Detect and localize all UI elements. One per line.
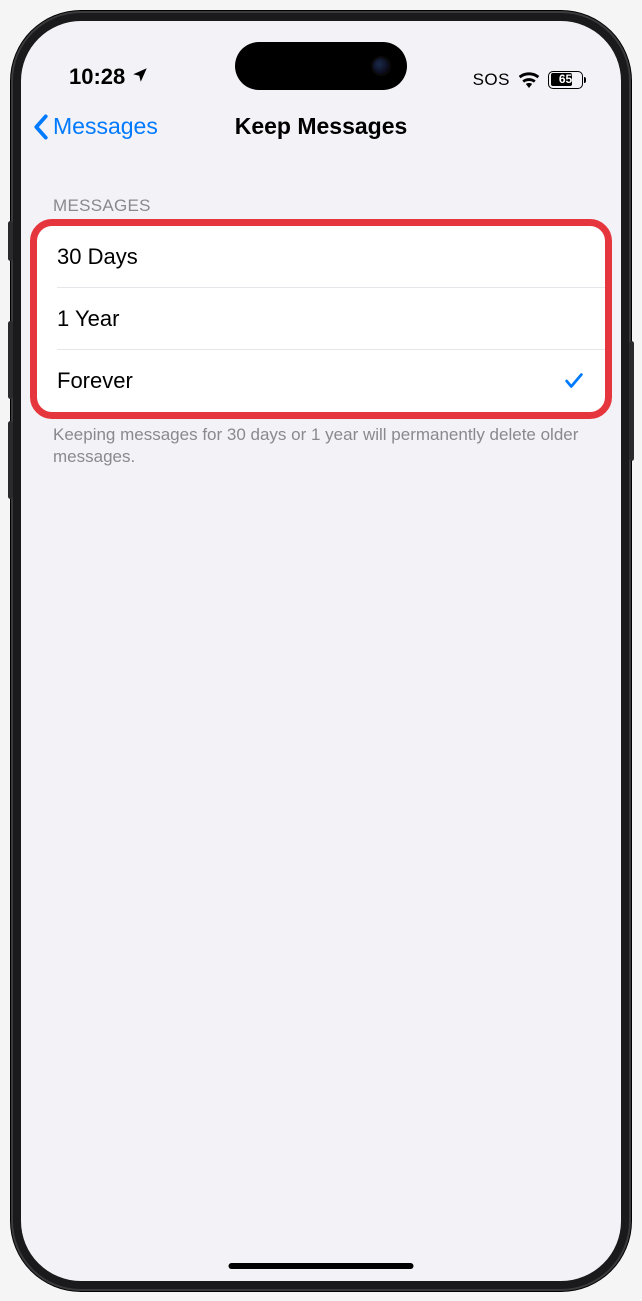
navigation-bar: Messages Keep Messages [21, 96, 621, 158]
chevron-left-icon [33, 114, 49, 140]
dynamic-island [235, 42, 407, 90]
front-camera-icon [373, 58, 389, 74]
options-list: 30 Days 1 Year Forever [37, 226, 605, 412]
option-label: 30 Days [57, 244, 138, 270]
content: MESSAGES 30 Days 1 Year Forever [21, 158, 621, 482]
sos-indicator: SOS [473, 70, 510, 90]
location-arrow-icon [131, 64, 149, 90]
option-1-year[interactable]: 1 Year [37, 288, 605, 350]
status-left: 10:28 [69, 64, 149, 90]
battery-icon: 65 [548, 71, 583, 89]
section-footer: Keeping messages for 30 days or 1 year w… [21, 412, 621, 482]
volume-up-button [8, 321, 13, 399]
option-30-days[interactable]: 30 Days [37, 226, 605, 288]
power-button [629, 341, 634, 461]
option-forever[interactable]: Forever [37, 350, 605, 412]
back-label: Messages [53, 113, 158, 140]
option-label: Forever [57, 368, 133, 394]
phone-frame: 10:28 SOS 65 [11, 11, 631, 1291]
screen: 10:28 SOS 65 [21, 21, 621, 1281]
section-header: MESSAGES [21, 158, 621, 226]
back-button[interactable]: Messages [33, 113, 158, 140]
battery-level: 65 [549, 72, 582, 87]
option-label: 1 Year [57, 306, 119, 332]
status-time: 10:28 [69, 64, 125, 90]
silent-switch [8, 221, 13, 261]
checkmark-icon [563, 370, 585, 392]
home-indicator[interactable] [229, 1263, 414, 1269]
status-right: SOS 65 [473, 70, 583, 90]
wifi-icon [518, 72, 540, 88]
volume-down-button [8, 421, 13, 499]
